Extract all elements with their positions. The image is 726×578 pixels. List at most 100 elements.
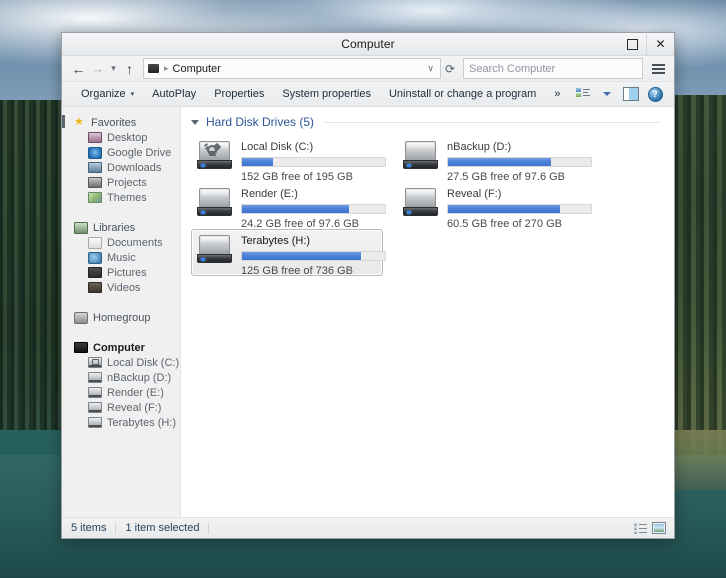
sidebar-label: Google Drive (107, 146, 172, 159)
sidebar-item-nbackup-d[interactable]: nBackup (D:) (62, 370, 180, 385)
capacity-bar (447, 204, 592, 214)
sidebar-label: Computer (93, 341, 145, 354)
address-bar: ← → ▾ ↑ ▸ Computer ∨ ⟳ Search Computer (62, 56, 674, 82)
sidebar-label: Reveal (F:) (107, 401, 162, 414)
sidebar-item-google-drive[interactable]: Google Drive (62, 145, 180, 160)
search-input[interactable]: Search Computer (463, 58, 643, 79)
sidebar-item-reveal-f[interactable]: Reveal (F:) (62, 400, 180, 415)
sidebar-label: Desktop (107, 131, 148, 144)
uninstall-program-button[interactable]: Uninstall or change a program (380, 82, 545, 106)
sidebar-item-videos[interactable]: Videos (62, 280, 180, 295)
overflow-button[interactable]: » (545, 82, 569, 106)
sidebar-item-local-disk-c[interactable]: Local Disk (C:) (62, 355, 180, 370)
content-pane: Hard Disk Drives (5) Local Disk (C:) 152… (180, 107, 674, 517)
maximize-button[interactable] (619, 34, 646, 55)
breadcrumb-item-computer[interactable]: Computer (173, 63, 221, 75)
sidebar-label: Pictures (107, 266, 147, 279)
properties-button[interactable]: Properties (205, 82, 273, 106)
system-hard-drive-icon (197, 140, 232, 170)
sidebar-label: Render (E:) (107, 386, 164, 399)
close-button[interactable]: ✕ (646, 33, 674, 55)
themes-folder-icon (88, 192, 102, 203)
sidebar-item-libraries[interactable]: Libraries (62, 220, 180, 235)
hamburger-menu-icon[interactable] (648, 59, 668, 78)
drive-tile-nbackup-d[interactable]: nBackup (D:) 27.5 GB free of 97.6 GB (397, 135, 592, 183)
drive-tile-reveal-f[interactable]: Reveal (F:) 60.5 GB free of 270 GB (397, 182, 592, 230)
change-view-button[interactable] (572, 84, 594, 104)
large-icons-view-icon[interactable] (652, 522, 666, 534)
drive-tiles-grid: Local Disk (C:) 152 GB free of 195 GB nB… (191, 135, 674, 277)
preview-pane-button[interactable] (620, 84, 642, 104)
projects-folder-icon (88, 177, 102, 188)
drive-tile-local-disk-c[interactable]: Local Disk (C:) 152 GB free of 195 GB (191, 135, 386, 183)
autoplay-button[interactable]: AutoPlay (143, 82, 205, 106)
selection-label: 1 item selected (125, 522, 200, 534)
drive-capacity-text: 60.5 GB free of 270 GB (447, 218, 562, 230)
sidebar-item-projects[interactable]: Projects (62, 175, 180, 190)
drive-name: nBackup (D:) (447, 141, 512, 153)
capacity-bar-fill (448, 158, 551, 166)
organize-label: Organize (81, 88, 126, 100)
sidebar-item-themes[interactable]: Themes (62, 190, 180, 205)
sidebar-label: Music (107, 251, 136, 264)
breadcrumb-separator: ▸ (164, 63, 169, 73)
view-dropdown-button[interactable] (596, 84, 618, 104)
disk-icon (88, 417, 102, 428)
sidebar-item-homegroup[interactable]: Homegroup (62, 310, 180, 325)
sidebar-item-favorites[interactable]: ★ Favorites (62, 115, 180, 130)
disk-icon (88, 387, 102, 398)
hard-drive-icon (197, 234, 232, 264)
navigation-pane: ★ Favorites Desktop Google Drive Downloa… (62, 107, 180, 517)
sidebar-label: Terabytes (H:) (107, 416, 177, 429)
hard-drive-icon (403, 140, 438, 170)
forward-button[interactable]: → (88, 59, 107, 78)
recent-locations-button[interactable]: ▾ (107, 59, 120, 78)
window-title: Computer (341, 37, 395, 51)
organize-button[interactable]: Organize ▾ (72, 82, 143, 106)
sidebar-label: Libraries (93, 221, 136, 234)
hamburger-line (651, 63, 665, 66)
triangle-down-icon[interactable] (191, 119, 199, 125)
back-button[interactable]: ← (69, 59, 88, 78)
capacity-bar (241, 251, 386, 261)
nav-group-homegroup: Homegroup (62, 310, 180, 325)
sidebar-item-music[interactable]: Music (62, 250, 180, 265)
explorer-window: Computer ✕ ← → ▾ ↑ ▸ Computer ∨ ⟳ Search… (61, 32, 675, 539)
sidebar-item-documents[interactable]: Documents (62, 235, 180, 250)
sidebar-label: Projects (107, 176, 147, 189)
system-properties-button[interactable]: System properties (273, 82, 380, 106)
music-icon (88, 251, 102, 264)
group-header-rule (324, 121, 660, 123)
up-button[interactable]: ↑ (120, 59, 139, 78)
breadcrumb-dropdown-icon[interactable]: ∨ (427, 63, 436, 74)
preview-pane-icon (623, 87, 639, 101)
breadcrumb-bar[interactable]: ▸ Computer ∨ (143, 58, 441, 79)
nav-group-libraries: Libraries Documents Music Pictures Video… (62, 220, 180, 295)
sidebar-item-pictures[interactable]: Pictures (62, 265, 180, 280)
sidebar-label: Documents (107, 236, 163, 249)
details-view-icon[interactable] (634, 522, 647, 534)
refresh-button[interactable]: ⟳ (441, 59, 459, 78)
nav-group-computer: Computer Local Disk (C:) nBackup (D:) Re… (62, 340, 180, 430)
sidebar-item-downloads[interactable]: Downloads (62, 160, 180, 175)
sidebar-label: Favorites (91, 116, 137, 129)
drive-tile-terabytes-h[interactable]: Terabytes (H:) 125 GB free of 736 GB (191, 229, 386, 277)
computer-icon (148, 64, 159, 73)
downloads-icon (88, 162, 102, 173)
sidebar-item-terabytes-h[interactable]: Terabytes (H:) (62, 415, 180, 430)
sidebar-item-render-e[interactable]: Render (E:) (62, 385, 180, 400)
help-button[interactable]: ? (644, 84, 666, 104)
status-separator (115, 522, 117, 534)
sidebar-label: Local Disk (C:) (107, 356, 180, 369)
sidebar-item-desktop[interactable]: Desktop (62, 130, 180, 145)
capacity-bar-fill (448, 205, 560, 213)
group-header-hard-disk-drives[interactable]: Hard Disk Drives (5) (191, 115, 674, 129)
window-controls: ✕ (619, 33, 674, 55)
status-bar: 5 items 1 item selected (62, 517, 674, 538)
drive-tile-render-e[interactable]: Render (E:) 24.2 GB free of 97.6 GB (191, 182, 386, 230)
sidebar-item-computer[interactable]: Computer (62, 340, 180, 355)
hard-drive-icon (197, 187, 232, 217)
